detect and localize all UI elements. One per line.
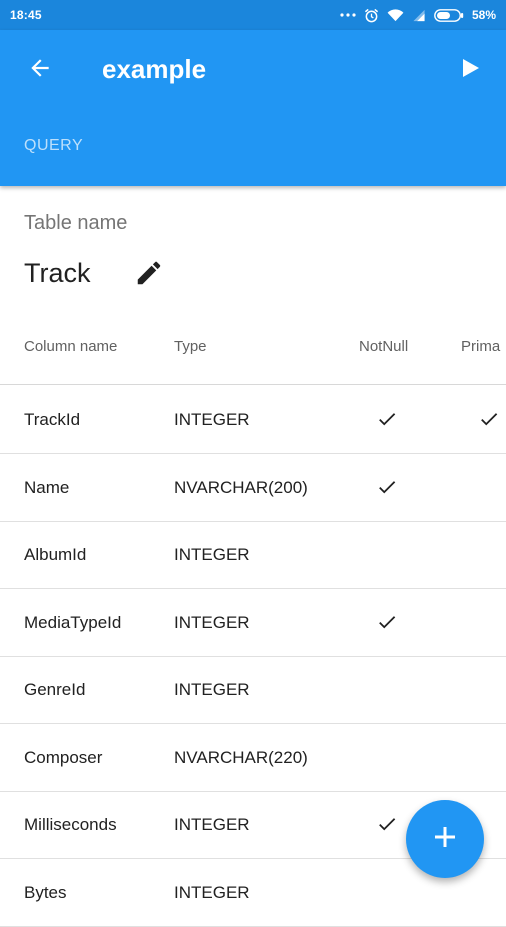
wifi-icon — [387, 8, 404, 22]
column-type-cell: INTEGER — [174, 612, 250, 632]
app-title: example — [102, 54, 207, 84]
column-type-cell: INTEGER — [174, 680, 250, 699]
back-button[interactable] — [18, 52, 62, 88]
check-icon — [478, 408, 500, 430]
column-name-cell: Name — [24, 477, 70, 497]
check-icon — [376, 476, 398, 498]
status-bar: 18:45 58% — [0, 0, 506, 30]
table-row[interactable]: TrackId INTEGER — [0, 386, 506, 454]
column-name-cell: GenreId — [24, 680, 86, 699]
table-row[interactable]: GenreId INTEGER — [0, 656, 506, 724]
run-query-button[interactable] — [448, 50, 492, 90]
play-icon — [459, 57, 481, 84]
column-type-cell: INTEGER — [174, 815, 250, 834]
column-type-cell: NVARCHAR(220) — [174, 747, 308, 767]
alarm-icon — [364, 8, 379, 23]
column-header-name: Column name — [24, 338, 118, 355]
add-icon — [432, 824, 458, 855]
status-time: 18:45 — [10, 8, 42, 22]
battery-percent: 58% — [471, 8, 496, 22]
column-name-cell: Composer — [24, 747, 103, 767]
column-type-cell: INTEGER — [174, 410, 250, 429]
table-row[interactable]: Name NVARCHAR(200) — [0, 454, 506, 522]
battery-icon — [434, 8, 464, 22]
table-row[interactable]: AlbumId INTEGER — [0, 521, 506, 589]
app-bar: example QUERY — [0, 30, 506, 186]
table-name-value: Track — [24, 258, 91, 288]
column-header-type: Type — [174, 338, 207, 355]
column-type-cell: NVARCHAR(200) — [174, 477, 308, 497]
dots-icon — [340, 12, 356, 18]
signal-icon — [412, 9, 426, 22]
check-icon — [376, 813, 398, 835]
edit-table-name-button[interactable] — [130, 256, 168, 294]
column-name-cell: TrackId — [24, 410, 81, 429]
table-name-label: Table name — [24, 212, 128, 234]
table-row[interactable]: Composer NVARCHAR(220) — [0, 724, 506, 792]
column-name-cell: MediaTypeId — [24, 612, 122, 632]
column-header-primary: Prima — [461, 338, 501, 355]
column-type-cell: INTEGER — [174, 545, 250, 564]
back-arrow-icon — [27, 55, 53, 86]
check-icon — [376, 611, 398, 633]
add-column-button[interactable] — [406, 800, 484, 878]
edit-pencil-icon — [134, 258, 164, 293]
tab-query[interactable]: QUERY — [24, 137, 83, 155]
check-icon — [376, 408, 398, 430]
table-row[interactable]: MediaTypeId INTEGER — [0, 589, 506, 657]
column-name-cell: AlbumId — [24, 545, 87, 564]
column-header-notnull: NotNull — [359, 338, 409, 355]
header-divider — [0, 384, 506, 385]
column-name-cell: Milliseconds — [24, 815, 117, 834]
status-icons: 58% — [340, 5, 496, 25]
